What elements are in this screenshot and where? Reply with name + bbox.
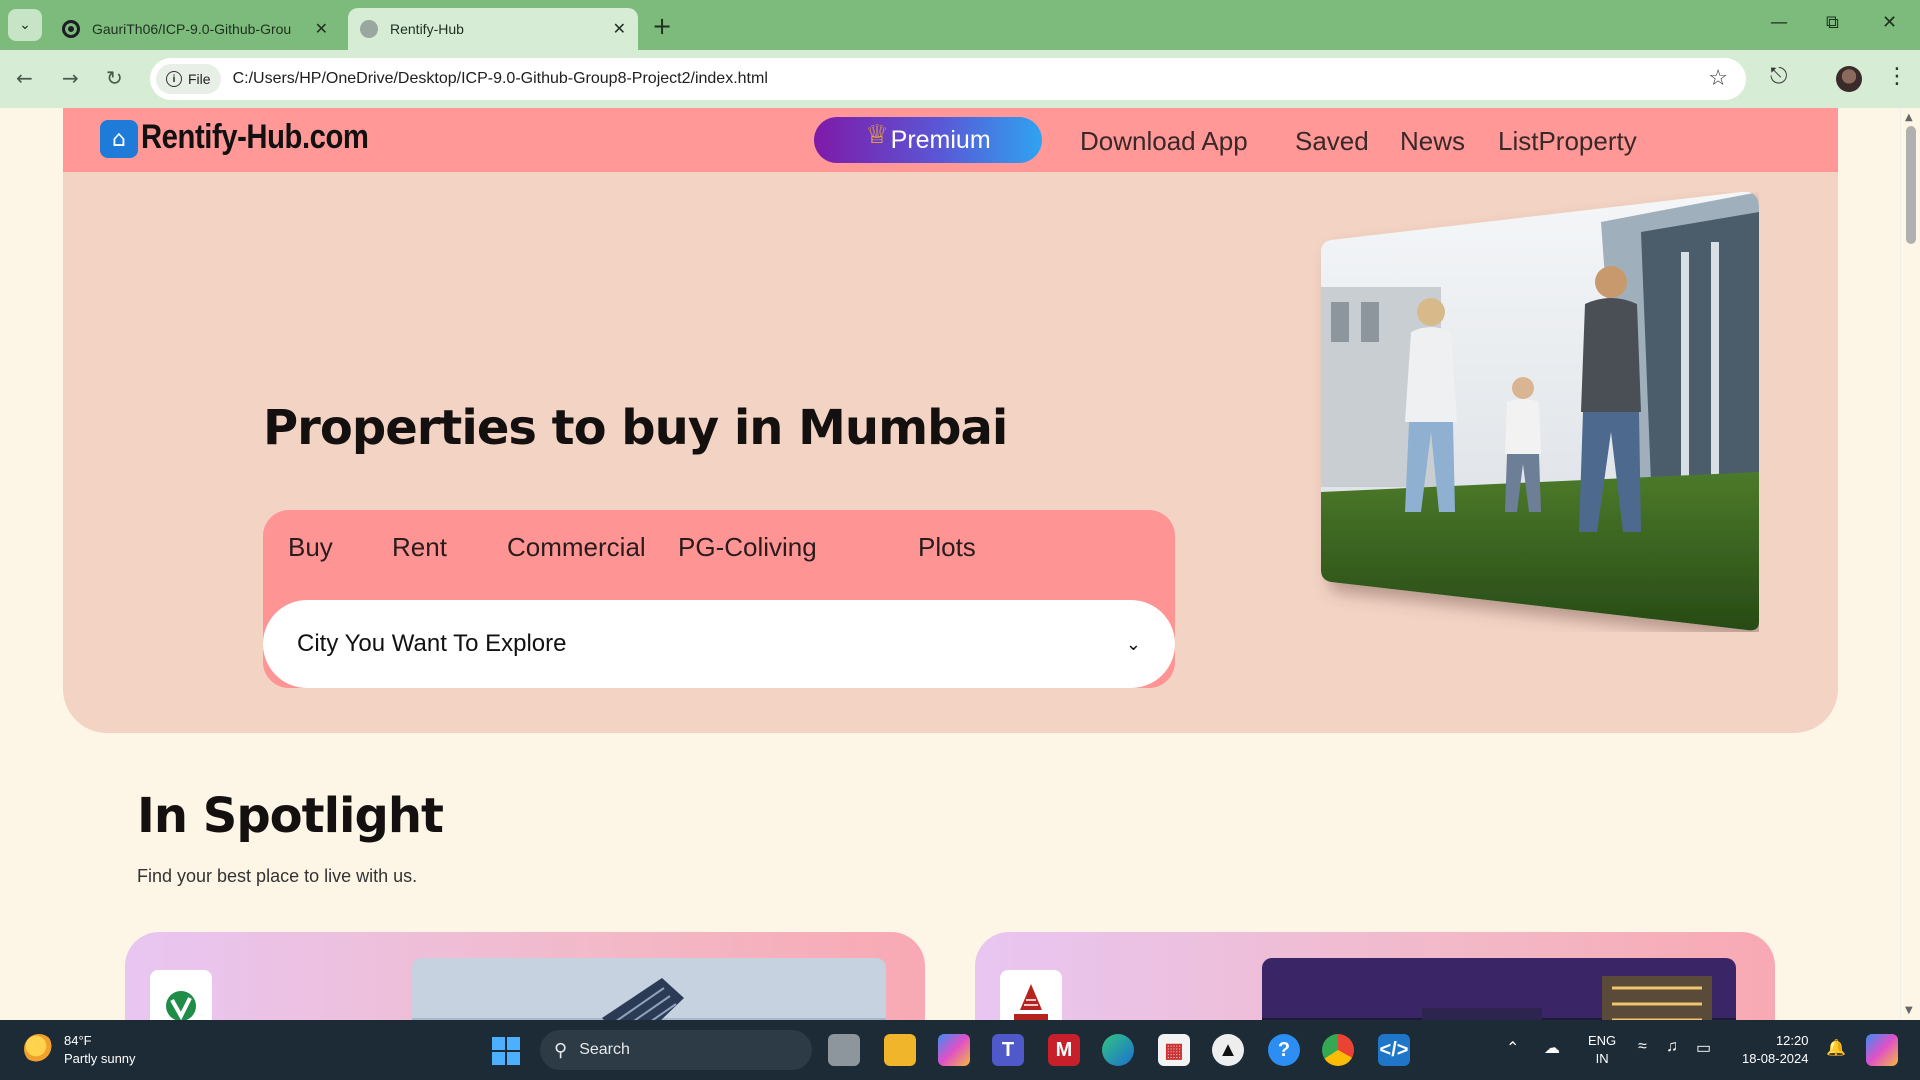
scroll-down-icon[interactable]: ▼ (1905, 1005, 1913, 1016)
weather-desc: Partly sunny (64, 1051, 136, 1066)
browser-tab-rentify[interactable]: Rentify-Hub ✕ (348, 8, 638, 50)
tab-title: Rentify-Hub (390, 21, 464, 37)
copilot-tray-icon[interactable] (1866, 1034, 1898, 1066)
info-icon: i (166, 71, 182, 87)
spotlight-subtitle: Find your best place to live with us. (137, 866, 418, 886)
chrome-icon[interactable] (1322, 1034, 1354, 1066)
nav-news[interactable]: News (1400, 126, 1465, 157)
windows-taskbar: 84°F Partly sunny ⚲ Search T M ▦ ▲ ? </>… (0, 1020, 1920, 1080)
vscode-icon[interactable]: </> (1378, 1034, 1410, 1066)
weather-temp: 84°F (64, 1033, 92, 1048)
clock-date: 18-08-2024 (1742, 1051, 1809, 1066)
wifi-icon[interactable]: ≈ (1638, 1038, 1647, 1056)
v-logo-icon (166, 991, 196, 1020)
close-tab-icon[interactable]: ✕ (613, 19, 626, 39)
page-scrollbar[interactable]: ▲ ▼ (1900, 108, 1920, 1020)
browser-tab-github[interactable]: GauriTh06/ICP-9.0-Github-Grou ✕ (50, 8, 340, 50)
bookmark-star-icon[interactable]: ☆ (1708, 66, 1728, 91)
minimize-icon[interactable]: — (1770, 12, 1788, 33)
search-icon: ⚲ (554, 1039, 568, 1060)
weather-widget[interactable]: 84°F Partly sunny (64, 1032, 136, 1068)
tab-title: GauriTh06/ICP-9.0-Github-Grou (92, 21, 292, 37)
site-navbar: ⌂ Rentify-Hub.com ♕ Premium Download App… (63, 108, 1838, 172)
scrollbar-thumb[interactable] (1906, 126, 1916, 244)
spotlight-card[interactable] (125, 932, 925, 1020)
profile-avatar[interactable] (1836, 66, 1862, 92)
app-icon[interactable]: ▲ (1212, 1034, 1244, 1066)
windows-start-icon[interactable] (492, 1037, 520, 1065)
spotlight-title: In Spotlight (137, 788, 444, 844)
store-icon[interactable]: ▦ (1158, 1034, 1190, 1066)
close-tab-icon[interactable]: ✕ (315, 19, 328, 39)
shubh-logo-icon (1014, 984, 1048, 1020)
edge-icon[interactable] (1102, 1034, 1134, 1066)
reload-icon[interactable]: ↻ (106, 66, 123, 90)
site-logo[interactable]: Rentify-Hub.com (141, 118, 369, 157)
builder-logo (1000, 970, 1062, 1020)
city-select-value: City You Want To Explore (297, 630, 567, 657)
nav-saved[interactable]: Saved (1295, 126, 1369, 157)
property-search-box: Buy Rent Commercial PG-Coliving Plots Ci… (263, 510, 1175, 688)
notification-bell-icon[interactable]: 🔔 (1826, 1038, 1846, 1058)
city-select-dropdown[interactable]: City You Want To Explore ⌄ (263, 600, 1175, 688)
forward-icon[interactable]: → (62, 66, 79, 90)
premium-button[interactable]: ♕ Premium (814, 117, 1042, 163)
tab-pg-coliving[interactable]: PG-Coliving (678, 532, 817, 563)
builder-logo (150, 970, 212, 1020)
site-info-label: File (188, 71, 211, 87)
chevron-up-icon[interactable]: ⌃ (1506, 1038, 1519, 1058)
back-icon[interactable]: ← (16, 66, 33, 90)
site-info-chip[interactable]: i File (156, 64, 221, 94)
menu-kebab-icon[interactable]: ⋮ (1886, 64, 1908, 89)
globe-icon (360, 20, 378, 38)
hero-section: ⌂ Rentify-Hub.com ♕ Premium Download App… (63, 108, 1838, 733)
teams-icon[interactable]: T (992, 1034, 1024, 1066)
file-explorer-icon[interactable] (884, 1034, 916, 1066)
restore-icon[interactable]: ⧉ (1826, 12, 1839, 33)
url-text[interactable]: C:/Users/HP/OneDrive/Desktop/ICP-9.0-Git… (233, 70, 768, 88)
browser-toolbar: ← → ↻ i File C:/Users/HP/OneDrive/Deskto… (0, 50, 1920, 108)
weather-icon[interactable] (24, 1034, 54, 1064)
premium-label: Premium (890, 125, 991, 154)
language-indicator[interactable]: ENG IN (1588, 1032, 1616, 1068)
page-viewport: ⌂ Rentify-Hub.com ♕ Premium Download App… (0, 108, 1900, 1020)
crown-icon: ♕ (865, 118, 889, 149)
volume-icon[interactable]: ♫ (1666, 1038, 1678, 1056)
help-icon[interactable]: ? (1268, 1034, 1300, 1066)
close-window-icon[interactable]: ✕ (1882, 12, 1897, 33)
clock-time: 12:20 (1775, 1033, 1809, 1048)
nav-download-app[interactable]: Download App (1080, 126, 1248, 157)
copilot-icon[interactable] (938, 1034, 970, 1066)
building-image (412, 958, 886, 1020)
tab-plots[interactable]: Plots (918, 532, 976, 563)
nav-list-property[interactable]: ListProperty (1498, 126, 1637, 157)
battery-icon[interactable]: ▭ (1696, 1038, 1711, 1058)
tab-buy[interactable]: Buy (288, 532, 333, 563)
hero-title: Properties to buy in Mumbai (263, 400, 1008, 456)
clock[interactable]: 12:20 18-08-2024 (1742, 1032, 1809, 1068)
tab-rent[interactable]: Rent (392, 532, 447, 563)
lang-line1: ENG (1588, 1033, 1617, 1048)
task-view-icon[interactable] (828, 1034, 860, 1066)
tab-commercial[interactable]: Commercial (507, 532, 646, 563)
tab-search-dropdown-button[interactable]: ⌄ (8, 9, 42, 41)
mcafee-icon[interactable]: M (1048, 1034, 1080, 1066)
address-bar[interactable]: i File C:/Users/HP/OneDrive/Desktop/ICP-… (150, 58, 1746, 100)
home-icon[interactable]: ⌂ (100, 120, 138, 158)
github-icon (62, 20, 80, 38)
new-tab-button[interactable]: + (652, 12, 672, 40)
family-hero-image (1321, 192, 1759, 631)
spotlight-card[interactable] (975, 932, 1775, 1020)
lang-line2: IN (1595, 1051, 1609, 1066)
chevron-down-icon: ⌄ (1125, 633, 1141, 654)
onedrive-icon[interactable]: ☁ (1544, 1038, 1560, 1058)
extensions-icon[interactable]: ⎋ (1770, 64, 1787, 89)
taskbar-search[interactable]: ⚲ Search (540, 1030, 812, 1070)
browser-tab-strip: ⌄ GauriTh06/ICP-9.0-Github-Grou ✕ Rentif… (0, 0, 1920, 50)
taskbar-search-label: Search (579, 1041, 630, 1058)
building-image (1262, 958, 1736, 1020)
scroll-up-icon[interactable]: ▲ (1905, 112, 1913, 123)
